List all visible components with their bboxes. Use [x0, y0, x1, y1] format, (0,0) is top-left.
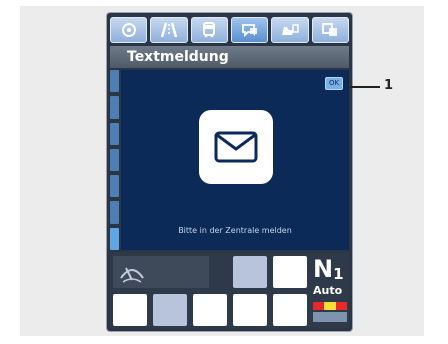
callout-number: 1: [384, 78, 394, 93]
tab-bus[interactable]: [190, 17, 228, 43]
status-area: N1 Auto: [110, 252, 349, 328]
wiper-status: [113, 256, 209, 288]
level-segment: [110, 201, 119, 224]
gear-mode: Auto: [313, 284, 343, 297]
message-text: Bitte in der Zentrale melden: [178, 226, 292, 235]
gear-bottom-bar: [313, 312, 347, 322]
function-key[interactable]: [233, 256, 267, 288]
tab-driver[interactable]: [271, 17, 309, 43]
ok-badge[interactable]: OK: [325, 77, 343, 90]
tab-info[interactable]: [311, 17, 349, 43]
tab-road[interactable]: [150, 17, 188, 43]
function-key[interactable]: [193, 294, 227, 326]
gear-indicator: N1 Auto: [313, 256, 347, 326]
level-segment-active: [110, 227, 119, 250]
level-indicator: [110, 70, 119, 250]
tab-messages[interactable]: [230, 17, 269, 43]
level-segment: [110, 96, 119, 119]
settings-circle-icon: [121, 23, 136, 37]
function-key[interactable]: [273, 256, 307, 288]
level-segment: [110, 148, 119, 172]
message-card: [199, 110, 273, 184]
color-red: [313, 302, 325, 310]
color-red-2: [335, 302, 347, 310]
tab-settings[interactable]: [110, 17, 148, 43]
gear-subscript: 1: [333, 265, 344, 283]
envelope-icon: [214, 131, 258, 163]
page-title: Textmeldung: [110, 46, 349, 68]
function-key[interactable]: [233, 294, 267, 326]
wiper-icon: [120, 267, 144, 283]
color-indicator: [313, 302, 347, 310]
function-key[interactable]: [153, 294, 187, 326]
level-segment: [110, 122, 119, 145]
level-segment: [110, 70, 119, 93]
bus-icon: [203, 22, 216, 38]
display-screen: Textmeldung OK Bitte in der Zentrale mel…: [107, 13, 352, 331]
level-segment: [110, 175, 119, 198]
callout-line: [350, 86, 380, 88]
message-panel: OK Bitte in der Zentrale melden: [121, 70, 349, 250]
driver-icon: [281, 24, 299, 35]
chat-bubble-icon: [241, 24, 257, 38]
color-yellow: [324, 302, 336, 310]
function-key[interactable]: [113, 294, 147, 326]
gear-letter: N1: [313, 256, 344, 287]
function-key[interactable]: [273, 294, 307, 326]
tab-bar: [110, 16, 349, 44]
gear-letter-text: N: [313, 255, 334, 283]
road-icon: [160, 22, 178, 38]
info-panel-icon: [322, 23, 338, 36]
